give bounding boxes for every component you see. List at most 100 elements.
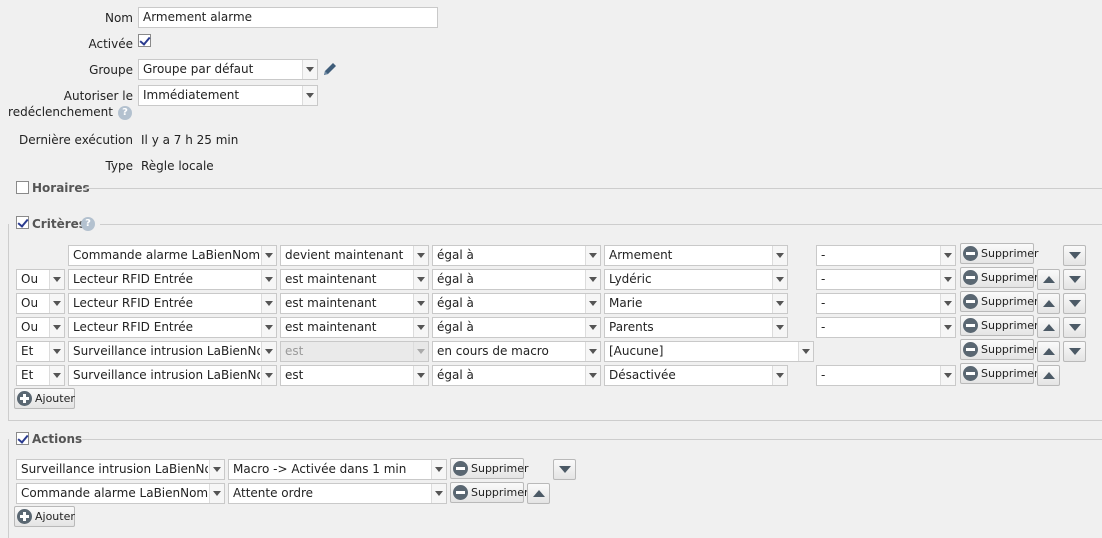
delete-action-button[interactable]: Supprimer — [450, 458, 529, 479]
move-down-button[interactable] — [553, 459, 576, 480]
delete-criteria-button[interactable]: Supprimer — [960, 315, 1039, 336]
autoriser-select[interactable]: Immédiatement — [138, 85, 318, 106]
criteria-verb-select[interactable]: est — [280, 365, 429, 386]
chevron-down-icon — [940, 318, 955, 337]
add-action-label: Ajouter — [35, 510, 75, 523]
criteria-operator-select-value: égal à — [437, 272, 474, 286]
activee-checkbox[interactable] — [138, 34, 151, 47]
move-up-button[interactable] — [527, 483, 550, 504]
criteria-value-select[interactable]: Armement — [604, 245, 788, 266]
action-command-select-value: Macro -> Activée dans 1 min — [233, 462, 407, 476]
chevron-down-icon — [772, 270, 787, 289]
criteria-value-select[interactable]: Marie — [604, 293, 788, 314]
criteria-operator-select[interactable]: égal à — [432, 317, 601, 338]
criteria-logic-select[interactable]: Ou — [16, 317, 65, 338]
chevron-down-icon — [302, 60, 317, 79]
criteria-extra-select[interactable]: - — [816, 293, 956, 314]
delete-criteria-button[interactable]: Supprimer — [960, 267, 1039, 288]
add-criteria-button[interactable]: Ajouter — [14, 388, 75, 409]
autoriser-label-line1: Autoriser le — [63, 89, 133, 103]
criteres-checkbox[interactable] — [16, 216, 29, 229]
delete-criteria-button-label: Supprimer — [981, 295, 1039, 308]
horaires-checkbox[interactable] — [16, 181, 29, 194]
chevron-down-icon — [209, 484, 224, 503]
activee-label: Activée — [88, 37, 133, 51]
move-down-button[interactable] — [1063, 269, 1086, 290]
criteria-value-select-value: Désactivée — [609, 368, 676, 382]
action-device-select-value: Commande alarme LaBienNommée — [21, 486, 208, 500]
criteria-logic-select[interactable]: Ou — [16, 269, 65, 290]
criteria-device-select[interactable]: Surveillance intrusion LaBienNommée — [68, 365, 277, 386]
move-up-button[interactable] — [1037, 317, 1060, 338]
criteria-device-select[interactable]: Lecteur RFID Entrée — [68, 269, 277, 290]
criteria-verb-select: est — [280, 341, 429, 362]
actions-checkbox[interactable] — [16, 432, 29, 445]
move-up-button[interactable] — [1037, 293, 1060, 314]
delete-criteria-button[interactable]: Supprimer — [960, 291, 1039, 312]
actions-divider — [82, 439, 1102, 440]
help-icon[interactable]: ? — [118, 106, 132, 120]
move-down-button[interactable] — [1063, 293, 1086, 314]
action-device-select[interactable]: Surveillance intrusion LaBienNommée — [16, 459, 225, 480]
delete-criteria-button-label: Supprimer — [981, 247, 1039, 260]
move-down-button[interactable] — [1063, 341, 1086, 362]
criteria-logic-select-value: Ou — [21, 272, 39, 286]
criteria-device-select[interactable]: Commande alarme LaBienNommée — [68, 245, 277, 266]
move-up-button[interactable] — [1037, 269, 1060, 290]
delete-criteria-button[interactable]: Supprimer — [960, 363, 1039, 384]
chevron-down-icon — [413, 246, 428, 265]
delete-criteria-button-label: Supprimer — [981, 343, 1039, 356]
chevron-down-icon — [772, 366, 787, 385]
nom-input[interactable]: Armement alarme — [138, 7, 438, 28]
move-up-button[interactable] — [1037, 365, 1060, 386]
criteria-verb-select[interactable]: est maintenant — [280, 293, 429, 314]
autoriser-select-value: Immédiatement — [143, 88, 240, 102]
criteria-device-select[interactable]: Lecteur RFID Entrée — [68, 293, 277, 314]
criteria-operator-select[interactable]: égal à — [432, 365, 601, 386]
chevron-down-icon — [431, 484, 446, 503]
criteria-extra-select[interactable]: - — [816, 245, 956, 266]
criteria-value-select-value: Parents — [609, 320, 654, 334]
delete-criteria-button[interactable]: Supprimer — [960, 339, 1039, 360]
criteria-operator-select[interactable]: égal à — [432, 293, 601, 314]
criteria-operator-select[interactable]: égal à — [432, 269, 601, 290]
criteria-verb-select[interactable]: devient maintenant — [280, 245, 429, 266]
pencil-icon[interactable] — [321, 60, 339, 78]
criteria-value-select[interactable]: Lydéric — [604, 269, 788, 290]
delete-criteria-button[interactable]: Supprimer — [960, 243, 1039, 264]
criteres-left-border — [8, 224, 9, 420]
criteria-verb-select[interactable]: est maintenant — [280, 317, 429, 338]
help-icon[interactable]: ? — [81, 217, 95, 231]
criteria-extra-select[interactable]: - — [816, 365, 956, 386]
add-action-button[interactable]: Ajouter — [14, 506, 75, 527]
criteria-value-select[interactable]: Parents — [604, 317, 788, 338]
nom-label: Nom — [104, 11, 133, 25]
criteria-operator-select[interactable]: égal à — [432, 245, 601, 266]
criteria-logic-select[interactable]: Et — [16, 341, 65, 362]
move-up-button[interactable] — [1037, 341, 1060, 362]
criteria-value-select[interactable]: [Aucune] — [604, 341, 814, 362]
criteres-bottom-border — [8, 420, 1102, 421]
criteria-extra-select[interactable]: - — [816, 269, 956, 290]
chevron-down-icon — [49, 342, 64, 361]
action-command-select[interactable]: Attente ordre — [228, 483, 447, 504]
move-down-button[interactable] — [1063, 317, 1086, 338]
criteria-verb-select[interactable]: est maintenant — [280, 269, 429, 290]
chevron-down-icon — [49, 294, 64, 313]
action-command-select-value: Attente ordre — [233, 486, 314, 500]
chevron-down-icon — [261, 246, 276, 265]
action-device-select[interactable]: Commande alarme LaBienNommée — [16, 483, 225, 504]
action-command-select[interactable]: Macro -> Activée dans 1 min — [228, 459, 447, 480]
criteria-logic-select[interactable]: Ou — [16, 293, 65, 314]
groupe-select[interactable]: Groupe par défaut — [138, 59, 318, 80]
delete-action-button[interactable]: Supprimer — [450, 482, 529, 503]
criteria-device-select[interactable]: Surveillance intrusion LaBienNommée — [68, 341, 277, 362]
criteria-extra-select[interactable]: - — [816, 317, 956, 338]
criteria-logic-select[interactable]: Et — [16, 365, 65, 386]
criteria-value-select[interactable]: Désactivée — [604, 365, 788, 386]
chevron-down-icon — [585, 294, 600, 313]
chevron-down-icon — [585, 366, 600, 385]
criteria-operator-select[interactable]: en cours de macro — [432, 341, 601, 362]
criteria-device-select[interactable]: Lecteur RFID Entrée — [68, 317, 277, 338]
move-down-button[interactable] — [1063, 245, 1086, 266]
